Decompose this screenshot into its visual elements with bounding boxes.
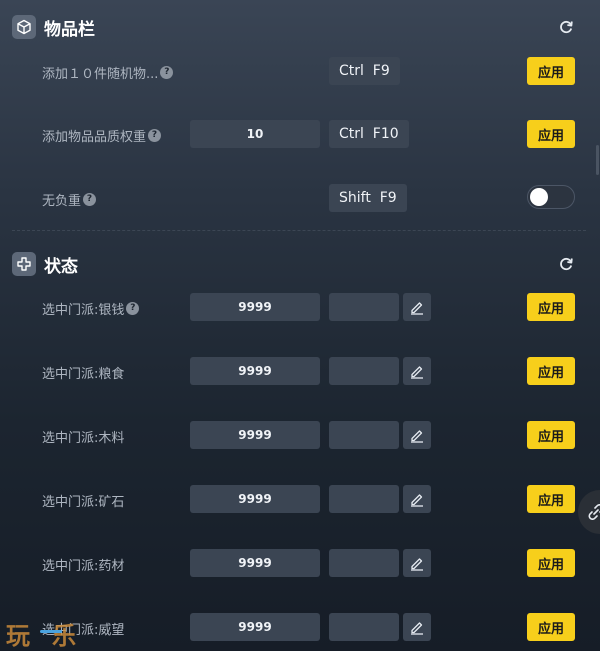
value-input[interactable]: 9999 (190, 421, 320, 449)
items-row-random: 添加１０件随机物... ? Ctrl F9 应用 (0, 57, 600, 87)
edit-icon[interactable] (403, 293, 431, 321)
no-weight-toggle[interactable] (527, 185, 575, 209)
help-icon[interactable]: ? (83, 192, 97, 206)
value-input[interactable]: 9999 (190, 485, 320, 513)
status-row: 选中门派:木料 9999 应用 (0, 421, 600, 451)
status-row: 选中门派:矿石 9999 应用 (0, 485, 600, 515)
status-refresh-icon[interactable] (558, 256, 574, 272)
watermark-dash (40, 630, 62, 633)
help-icon[interactable]: ? (148, 128, 162, 142)
row-label-text: 无负重 (42, 193, 82, 209)
value-input[interactable]: 9999 (190, 293, 320, 321)
watermark-logo: 玩乐 (6, 622, 98, 650)
edit-icon[interactable] (403, 549, 431, 577)
row-label-text: 选中门派:银钱 (42, 302, 125, 318)
status-row: 选中门派:粮食 9999 应用 (0, 357, 600, 387)
hotkey-box[interactable]: Ctrl F10 (329, 120, 409, 148)
row-label-text: 添加物品品质权重 (42, 129, 147, 145)
row-label: 添加物品品质权重 ? (42, 120, 162, 150)
cross-shape-icon (12, 252, 36, 276)
hotkey-box[interactable] (329, 293, 399, 321)
hotkey-box[interactable] (329, 549, 399, 577)
status-section-title: 状态 (44, 256, 78, 277)
section-divider (12, 230, 586, 231)
edit-icon[interactable] (403, 613, 431, 641)
row-label: 无负重 ? (42, 184, 97, 214)
row-label: 选中门派:矿石 (42, 485, 124, 515)
row-label: 选中门派:粮食 (42, 357, 124, 387)
row-label-text: 添加１０件随机物... (42, 66, 159, 82)
toggle-knob (530, 188, 548, 206)
help-icon[interactable]: ? (160, 65, 174, 79)
hotkey-box[interactable] (329, 485, 399, 513)
hotkey-box[interactable] (329, 421, 399, 449)
hotkey-box[interactable] (329, 357, 399, 385)
hotkey-box[interactable]: Ctrl F9 (329, 57, 400, 85)
apply-button[interactable]: 应用 (527, 57, 575, 85)
edit-icon[interactable] (403, 357, 431, 385)
value-input[interactable]: 9999 (190, 357, 320, 385)
row-label: 选中门派:药材 (42, 549, 124, 579)
items-row-quality: 添加物品品质权重 ? 10 Ctrl F10 应用 (0, 120, 600, 150)
status-row: 选中门派:药材 9999 应用 (0, 549, 600, 579)
hotkey-box[interactable] (329, 613, 399, 641)
items-refresh-icon[interactable] (558, 19, 574, 35)
apply-button[interactable]: 应用 (527, 485, 575, 513)
apply-button[interactable]: 应用 (527, 421, 575, 449)
row-label-text: 选中门派:药材 (42, 558, 125, 574)
row-label-text: 选中门派:矿石 (42, 494, 125, 510)
status-section-header: 状态 (12, 251, 78, 277)
row-label: 选中门派:木料 (42, 421, 124, 451)
row-label: 添加１０件随机物... ? (42, 57, 174, 87)
value-input[interactable]: 10 (190, 120, 320, 148)
status-row: 选中门派:银钱 ? 9999 应用 (0, 293, 600, 323)
cube-icon (12, 15, 36, 39)
apply-button[interactable]: 应用 (527, 357, 575, 385)
apply-button[interactable]: 应用 (527, 613, 575, 641)
items-section-header: 物品栏 (12, 14, 95, 40)
hotkey-box[interactable]: Shift F9 (329, 184, 407, 212)
apply-button[interactable]: 应用 (527, 549, 575, 577)
edit-icon[interactable] (403, 421, 431, 449)
edit-icon[interactable] (403, 485, 431, 513)
row-label-text: 选中门派:木料 (42, 430, 125, 446)
items-row-no-weight: 无负重 ? Shift F9 (0, 184, 600, 214)
items-section-title: 物品栏 (44, 19, 95, 40)
link-icon (588, 504, 600, 520)
value-input[interactable]: 9999 (190, 613, 320, 641)
value-input[interactable]: 9999 (190, 549, 320, 577)
apply-button[interactable]: 应用 (527, 293, 575, 321)
row-label-text: 选中门派:粮食 (42, 366, 125, 382)
row-label: 选中门派:银钱 ? (42, 293, 140, 323)
apply-button[interactable]: 应用 (527, 120, 575, 148)
help-icon[interactable]: ? (126, 301, 140, 315)
scrollbar-thumb[interactable] (596, 145, 599, 175)
